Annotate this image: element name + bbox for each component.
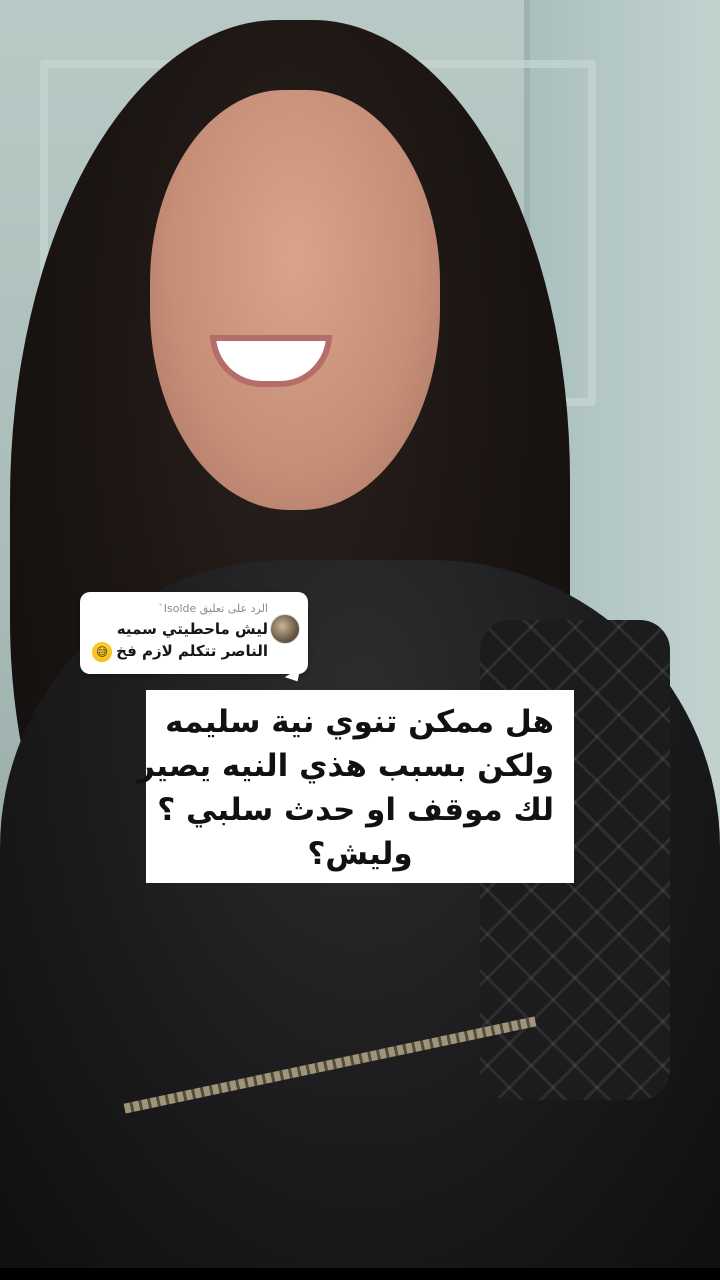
reply-comment-sticker[interactable]: الرد على تعليق Isolde` ليش ماحطيتي سميه … bbox=[80, 592, 308, 686]
caption-line-2: ولكن بسبب هذي النيه يصير bbox=[137, 748, 554, 784]
caption-line-3: لك موقف او حدث سلبي ؟ bbox=[157, 792, 554, 828]
caption-overlay: هل ممكن تنوي نية سليمه ولكن بسبب هذي الن… bbox=[137, 690, 574, 883]
caption-line-1: هل ممكن تنوي نية سليمه bbox=[165, 704, 554, 740]
grinning-sweat-emoji-icon: 😅 bbox=[92, 642, 112, 662]
reply-text-line-2: الناصر تتكلم لازم فخ bbox=[116, 642, 268, 660]
user-avatar-icon bbox=[270, 614, 300, 644]
bottom-bar bbox=[0, 1268, 720, 1280]
caption-line-4: وليش؟ bbox=[307, 836, 413, 872]
reply-header: الرد على تعليق Isolde` bbox=[158, 602, 268, 615]
reply-text-line-1: ليش ماحطيتي سميه bbox=[116, 620, 268, 638]
person-face bbox=[150, 90, 440, 510]
